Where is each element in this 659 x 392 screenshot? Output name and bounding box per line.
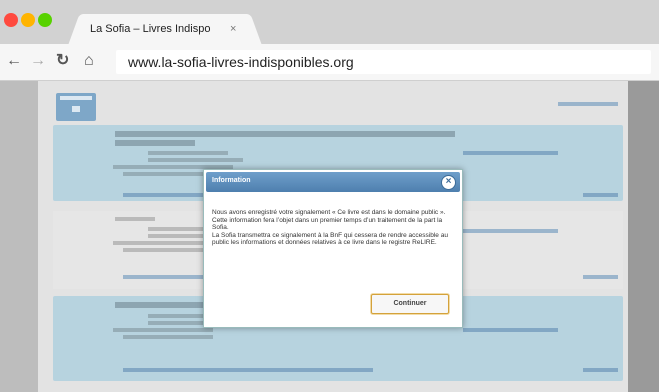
tab-close-icon[interactable]: × (230, 23, 236, 35)
top-link (558, 102, 618, 106)
right-margin (628, 81, 659, 392)
back-icon[interactable]: ← (6, 52, 22, 70)
browser-chrome: La Sofia – Livres Indispo × ← → ↻ ⌂ www.… (0, 0, 659, 81)
message-paragraph: Cette information fera l’objet dans un p… (212, 216, 443, 232)
left-margin (0, 81, 38, 392)
minimize-window-button[interactable] (21, 13, 35, 27)
forward-icon[interactable]: → (30, 52, 46, 70)
tab-title: La Sofia – Livres Indispo (90, 23, 211, 35)
home-icon[interactable]: ⌂ (84, 52, 94, 70)
information-dialog: Information × Nous avons enregistré votr… (203, 169, 463, 328)
url-text: www.la-sofia-livres-indisponibles.org (128, 54, 354, 70)
reload-icon[interactable]: ↻ (56, 52, 69, 70)
browser-tab[interactable]: La Sofia – Livres Indispo × (80, 14, 250, 44)
message-paragraph: Nous avons enregistré votre signalement … (212, 209, 446, 216)
navigation-bar: ← → ↻ ⌂ www.la-sofia-livres-indisponible… (0, 44, 659, 81)
close-icon[interactable]: × (441, 175, 456, 190)
continue-button[interactable]: Continuer (371, 294, 449, 314)
dialog-message: Nous avons enregistré votre signalement … (212, 209, 452, 247)
dialog-header: Information × (206, 172, 460, 192)
close-window-button[interactable] (4, 13, 18, 27)
results-count-badge (56, 93, 96, 121)
maximize-window-button[interactable] (38, 13, 52, 27)
message-paragraph: La Sofia transmettra ce signalement à la… (212, 231, 448, 247)
dialog-title: Information (212, 177, 251, 184)
address-bar[interactable]: www.la-sofia-livres-indisponibles.org (116, 50, 651, 74)
